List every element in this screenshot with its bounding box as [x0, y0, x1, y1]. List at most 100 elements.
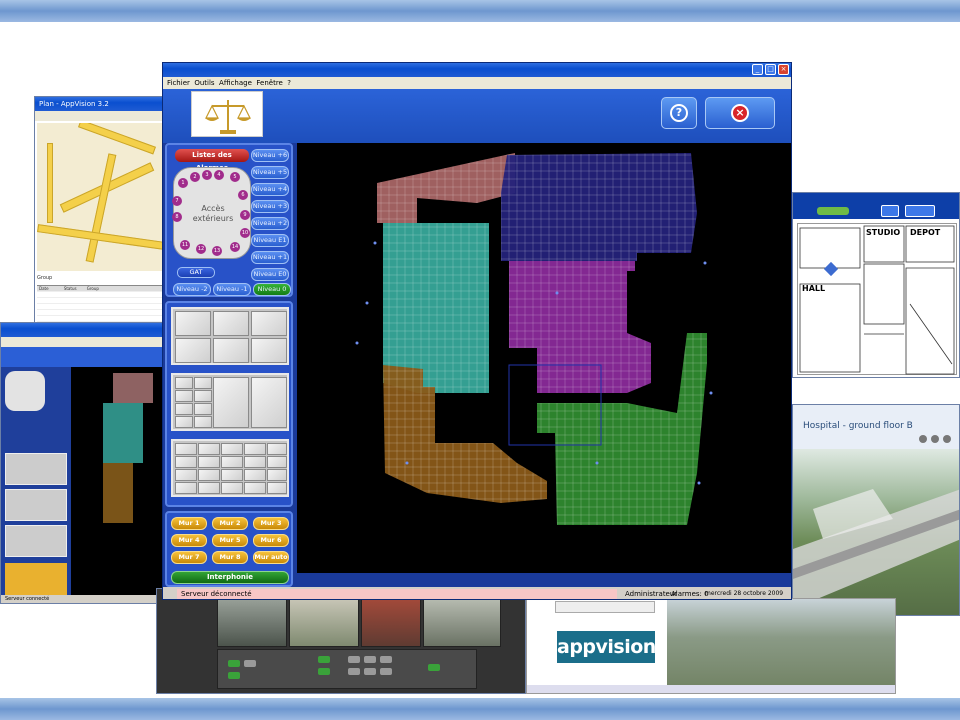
level-button[interactable]: Niveau +6	[251, 149, 289, 162]
access-pin[interactable]: 9	[240, 210, 250, 220]
camera-view[interactable]	[423, 597, 501, 647]
menu-help[interactable]: ?	[287, 79, 291, 87]
studio-help-button[interactable]	[881, 205, 899, 217]
level-button[interactable]: Niveau +1	[251, 251, 289, 264]
scales-logo	[191, 91, 263, 137]
minimize-button[interactable]: _	[752, 64, 763, 75]
small-floor-window: Serveur connecté	[0, 322, 164, 604]
access-pin[interactable]: 14	[230, 242, 240, 252]
close-app-button[interactable]: ×	[705, 97, 775, 129]
camera-view[interactable]	[217, 597, 287, 647]
side-panel: Listes des Alarmes Niveau +6 Niveau +5 N…	[165, 143, 293, 587]
ptz-control-panel	[217, 649, 477, 689]
ptz-button[interactable]	[380, 668, 392, 675]
x-icon: ×	[731, 104, 749, 122]
access-pin[interactable]: 1	[178, 178, 188, 188]
access-pin[interactable]: 12	[196, 244, 206, 254]
question-icon[interactable]	[931, 435, 939, 443]
access-pin[interactable]: 8	[172, 212, 182, 222]
ptz-button[interactable]	[228, 660, 240, 667]
window-close-button[interactable]: ×	[778, 64, 789, 75]
access-pin[interactable]: 3	[202, 170, 212, 180]
menu-fenetre[interactable]: Fenêtre	[256, 79, 282, 87]
ptz-button[interactable]	[228, 672, 240, 679]
close-icon[interactable]	[943, 435, 951, 443]
alarm-list-button[interactable]: Listes des Alarmes	[175, 149, 249, 172]
main-title-bar: _ □ ×	[163, 63, 791, 77]
depot-label: DEPOT	[910, 228, 941, 237]
group-label: Group	[37, 275, 53, 281]
wall-button[interactable]: Mur 8	[212, 551, 248, 564]
maximize-button[interactable]: □	[765, 64, 776, 75]
level-button[interactable]: Niveau -1	[213, 283, 251, 296]
level-button[interactable]: Niveau E0	[251, 268, 289, 281]
hospital-window: Hospital - ground floor B	[792, 404, 960, 616]
map-window-title: Plan - AppVision 3.2	[35, 97, 167, 111]
access-pin[interactable]: 2	[190, 172, 200, 182]
ptz-button[interactable]	[380, 656, 392, 663]
menu-fichier[interactable]: Fichier	[167, 79, 190, 87]
ptz-button[interactable]	[318, 668, 330, 675]
ptz-button[interactable]	[364, 668, 376, 675]
studio-green-button[interactable]	[817, 207, 849, 215]
level-button[interactable]: Niveau +2	[251, 217, 289, 230]
ptz-button[interactable]	[428, 664, 440, 671]
alarm-count: Alarmes: 0	[671, 590, 709, 598]
user-status: Administrateur	[625, 590, 678, 598]
interphone-button[interactable]: Interphonie	[171, 571, 289, 584]
wall-button[interactable]: Mur 7	[171, 551, 207, 564]
ptz-button[interactable]	[244, 660, 256, 667]
walls-panel: Mur 1 Mur 2 Mur 3 Mur 4 Mur 5 Mur 6 Mur …	[165, 511, 293, 587]
layout-4x5[interactable]	[171, 439, 289, 497]
level-button-active[interactable]: Niveau 0	[253, 283, 291, 296]
access-pin[interactable]: 10	[240, 228, 250, 238]
exterior-access-map[interactable]: Accès extérieurs 1 2 3 4 5 6 7 8 9 10 11…	[172, 167, 251, 259]
main-menu-bar: Fichier Outils Affichage Fenêtre ?	[163, 77, 791, 89]
small-side-panel	[1, 367, 71, 603]
wall-button[interactable]: Mur 1	[171, 517, 207, 530]
wall-button[interactable]: Mur 5	[212, 534, 248, 547]
layout-mixed[interactable]	[171, 373, 289, 431]
access-pin[interactable]: 5	[230, 172, 240, 182]
hospital-title: Hospital - ground floor B	[803, 421, 913, 431]
gat-button[interactable]: GAT	[177, 267, 215, 278]
floor-plan-view[interactable]	[297, 143, 791, 573]
wall-button[interactable]: Mur 6	[253, 534, 289, 547]
ptz-button[interactable]	[364, 656, 376, 663]
ptz-button[interactable]	[348, 668, 360, 675]
menu-affichage[interactable]: Affichage	[219, 79, 252, 87]
ptz-button[interactable]	[348, 656, 360, 663]
access-pin[interactable]: 13	[212, 246, 222, 256]
level-button[interactable]: Niveau +3	[251, 200, 289, 213]
small-window-title	[1, 323, 163, 337]
access-pin[interactable]: 6	[238, 190, 248, 200]
studio-close-button[interactable]	[905, 205, 935, 217]
ptz-button[interactable]	[318, 656, 330, 663]
level-button[interactable]: Niveau -2	[173, 283, 211, 296]
camera-view[interactable]	[361, 597, 421, 647]
main-window: _ □ × Fichier Outils Affichage Fenêtre ?…	[162, 62, 792, 600]
arrow-icon[interactable]	[919, 435, 927, 443]
cctv-window	[156, 588, 526, 694]
camera-view[interactable]	[289, 597, 359, 647]
access-pin[interactable]: 11	[180, 240, 190, 250]
access-pin[interactable]: 4	[214, 170, 224, 180]
frame-bottom-bar	[0, 698, 960, 720]
city-map[interactable]	[37, 123, 165, 271]
level-button[interactable]: Niveau E1	[251, 234, 289, 247]
scales-of-justice-icon	[205, 100, 251, 134]
help-button[interactable]: ?	[661, 97, 697, 129]
access-pin[interactable]: 7	[172, 196, 182, 206]
wall-button[interactable]: Mur 2	[212, 517, 248, 530]
level-button[interactable]: Niveau +4	[251, 183, 289, 196]
menu-outils[interactable]: Outils	[194, 79, 214, 87]
wall-button[interactable]: Mur 4	[171, 534, 207, 547]
wall-button[interactable]: Mur 3	[253, 517, 289, 530]
layouts-panel	[165, 301, 293, 507]
small-floor-plan[interactable]	[83, 373, 163, 533]
studio-floor-plan[interactable]: STUDIO DEPOT HALL	[797, 223, 957, 375]
wall-auto-button[interactable]: Mur auto	[253, 551, 289, 564]
layout-2x3[interactable]	[171, 307, 289, 365]
level-button[interactable]: Niveau +5	[251, 166, 289, 179]
aerial-photo	[667, 599, 895, 693]
